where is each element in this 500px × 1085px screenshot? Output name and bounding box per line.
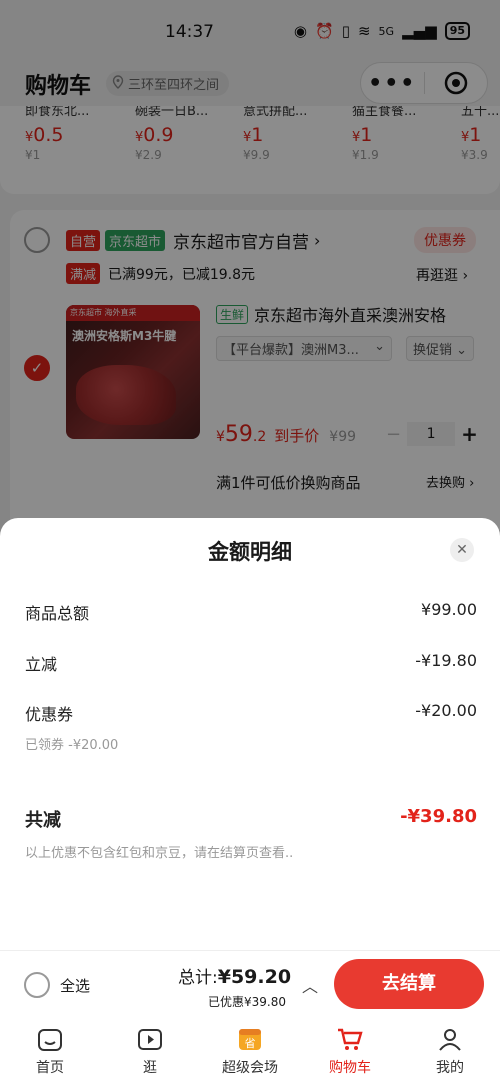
total-label: 总计: xyxy=(178,968,218,988)
detail-row-subtotal: 商品总额 ¥99.00 xyxy=(25,600,477,624)
tab-home[interactable]: 首页 xyxy=(0,1016,100,1085)
home-icon xyxy=(35,1024,65,1054)
tab-browse[interactable]: 逛 xyxy=(100,1016,200,1085)
detail-row-discount: 立减 -¥19.80 xyxy=(25,651,477,675)
close-icon[interactable]: ✕ xyxy=(450,538,474,562)
total-price: 总计:¥59.20 xyxy=(178,963,291,988)
tab-label: 我的 xyxy=(436,1060,464,1076)
tab-label: 首页 xyxy=(36,1060,64,1076)
user-icon xyxy=(435,1024,465,1054)
select-all[interactable]: 全选 xyxy=(24,972,90,998)
select-all-checkbox[interactable] xyxy=(24,972,50,998)
svg-text:省: 省 xyxy=(245,1037,256,1050)
tab-profile[interactable]: 我的 xyxy=(400,1016,500,1085)
cart-icon xyxy=(335,1024,365,1054)
saved-amount: 已优惠¥39.80 xyxy=(208,995,286,1009)
tab-label: 超级会场 xyxy=(222,1060,278,1076)
tab-cart[interactable]: 购物车 xyxy=(300,1016,400,1085)
detail-label: 立减 xyxy=(25,655,58,674)
detail-row-coupon: 优惠券 -¥20.00 xyxy=(25,701,477,725)
detail-value: -¥19.80 xyxy=(415,651,477,670)
total-saved-label: 共减 xyxy=(25,810,61,831)
sheet-title: 金额明细 xyxy=(208,540,292,564)
checkout-bar: 全选 总计:¥59.20 已优惠¥39.80 ︿ 去结算 xyxy=(0,950,500,1016)
tab-label: 逛 xyxy=(143,1060,157,1076)
video-icon xyxy=(135,1024,165,1054)
calendar-icon: 省 xyxy=(235,1024,265,1054)
tab-label: 购物车 xyxy=(329,1060,371,1076)
detail-label: 商品总额 xyxy=(25,604,90,623)
total-saved-value: -¥39.80 xyxy=(400,806,477,827)
detail-label: 优惠券 xyxy=(25,705,74,724)
total-value: ¥59.20 xyxy=(217,966,292,988)
chevron-up-icon[interactable]: ︿ xyxy=(302,973,318,997)
detail-row-total: 共减 -¥39.80 xyxy=(25,806,477,832)
select-all-label: 全选 xyxy=(60,976,91,995)
detail-value: ¥99.00 xyxy=(421,600,477,619)
checkout-button[interactable]: 去结算 xyxy=(334,959,484,1009)
detail-value: -¥20.00 xyxy=(415,701,477,720)
sheet-note: 以上优惠不包含红包和京豆，请在结算页查看.. xyxy=(25,846,294,861)
bottom-tab-bar: 首页 逛 省 超级会场 购物车 我的 xyxy=(0,1016,500,1085)
tab-super-venue[interactable]: 省 超级会场 xyxy=(200,1016,300,1085)
coupon-subtext: 已领券 -¥20.00 xyxy=(25,738,119,753)
